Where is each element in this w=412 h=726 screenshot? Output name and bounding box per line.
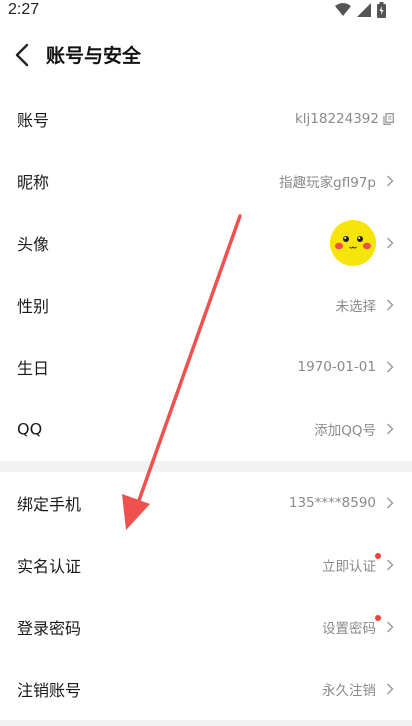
chevron-right-icon bbox=[387, 559, 394, 571]
row-label: 账号 bbox=[17, 111, 50, 130]
wifi-icon bbox=[335, 3, 351, 16]
chevron-right-icon bbox=[387, 175, 394, 187]
row-cancel-account[interactable]: 注销账号 永久注销 bbox=[0, 658, 412, 720]
section-divider bbox=[0, 461, 412, 472]
row-label: 性别 bbox=[17, 297, 50, 316]
row-nickname[interactable]: 昵称 指趣玩家gfl97p bbox=[0, 150, 412, 212]
status-bar: 2:27 bbox=[0, 0, 412, 24]
notification-dot bbox=[375, 553, 381, 559]
row-avatar[interactable]: 头像 bbox=[0, 212, 412, 274]
avatar[interactable] bbox=[330, 220, 376, 266]
nickname-value: 指趣玩家gfl97p bbox=[279, 175, 376, 191]
password-value: 设置密码 bbox=[322, 621, 376, 637]
qq-value: 添加QQ号 bbox=[314, 423, 376, 439]
cancel-value: 永久注销 bbox=[322, 683, 376, 699]
verification-value: 立即认证 bbox=[322, 559, 376, 575]
row-qq[interactable]: QQ 添加QQ号 bbox=[0, 398, 412, 460]
header: 账号与安全 bbox=[0, 28, 412, 84]
row-label: 头像 bbox=[17, 235, 50, 254]
row-label: 登录密码 bbox=[17, 619, 82, 638]
page-title: 账号与安全 bbox=[46, 45, 142, 67]
chevron-right-icon bbox=[387, 299, 394, 311]
row-gender[interactable]: 性别 未选择 bbox=[0, 274, 412, 336]
chevron-right-icon bbox=[387, 621, 394, 633]
bottom-divider bbox=[0, 720, 412, 726]
copy-icon[interactable] bbox=[383, 113, 394, 125]
birthday-value: 1970-01-01 bbox=[297, 359, 376, 375]
row-label: QQ bbox=[17, 419, 43, 439]
battery-icon bbox=[377, 2, 386, 18]
row-bind-phone[interactable]: 绑定手机 135****8590 bbox=[0, 472, 412, 534]
row-account[interactable]: 账号 klj18224392 bbox=[0, 88, 412, 150]
notification-dot bbox=[375, 615, 381, 621]
status-icons bbox=[335, 2, 386, 18]
row-real-name-verification[interactable]: 实名认证 立即认证 bbox=[0, 534, 412, 596]
chevron-right-icon bbox=[387, 683, 394, 695]
account-value: klj18224392 bbox=[294, 111, 379, 127]
chevron-right-icon bbox=[387, 237, 394, 249]
row-label: 注销账号 bbox=[17, 681, 82, 700]
phone-value: 135****8590 bbox=[288, 495, 376, 511]
back-icon[interactable] bbox=[12, 42, 32, 68]
row-birthday[interactable]: 生日 1970-01-01 bbox=[0, 336, 412, 398]
chevron-right-icon bbox=[387, 423, 394, 435]
signal-icon bbox=[357, 3, 371, 17]
chevron-right-icon bbox=[387, 497, 394, 509]
row-login-password[interactable]: 登录密码 设置密码 bbox=[0, 596, 412, 658]
gender-value: 未选择 bbox=[335, 299, 377, 315]
row-label: 绑定手机 bbox=[17, 495, 82, 514]
status-time: 2:27 bbox=[8, 1, 40, 18]
row-label: 生日 bbox=[17, 359, 50, 378]
row-label: 实名认证 bbox=[17, 557, 82, 576]
chevron-right-icon bbox=[387, 361, 394, 373]
row-label: 昵称 bbox=[17, 173, 50, 192]
